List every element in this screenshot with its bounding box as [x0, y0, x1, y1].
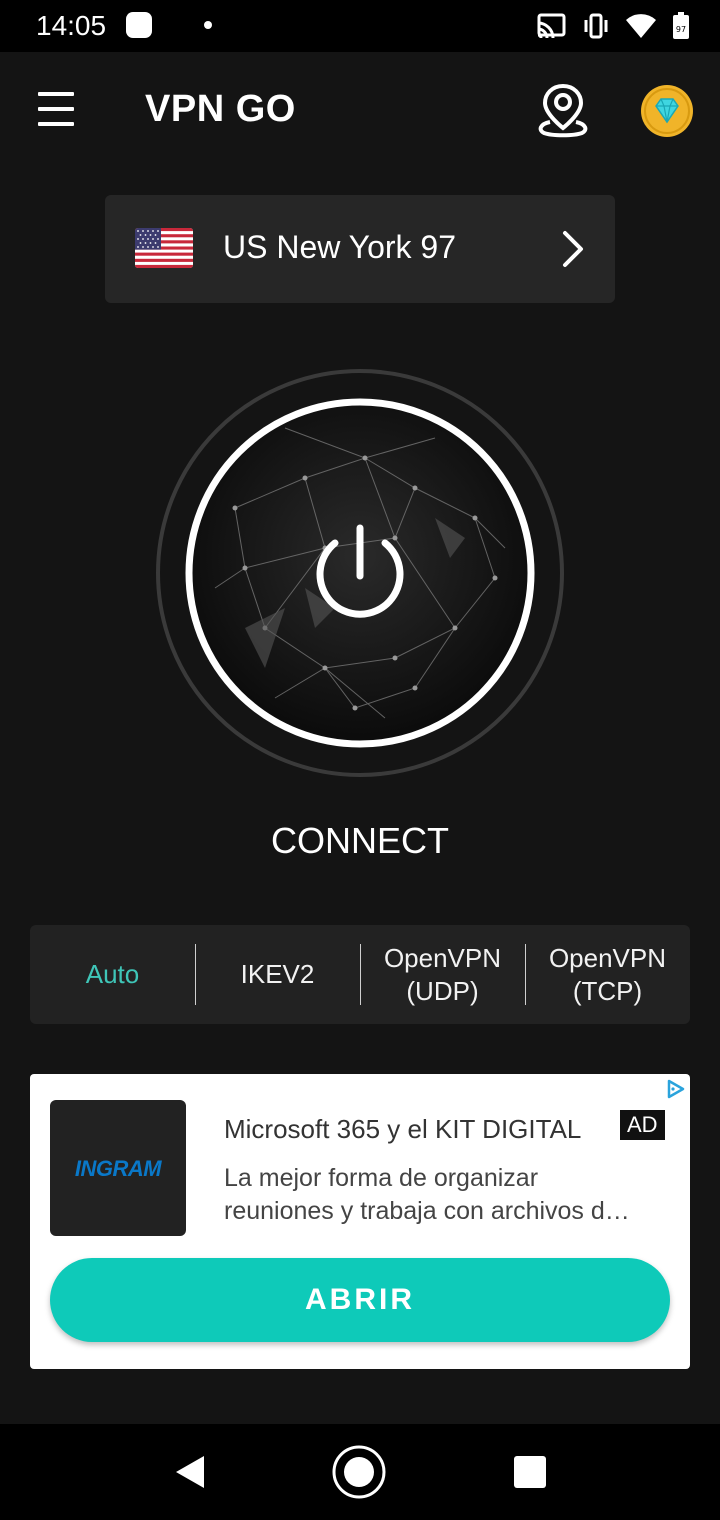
ad-description: La mejor forma de organizar reuniones y …	[224, 1162, 670, 1228]
server-name: US New York 97	[223, 229, 457, 265]
battery-level: 97	[676, 25, 686, 34]
adchoices-icon[interactable]	[664, 1078, 686, 1100]
power-globe	[156, 369, 564, 777]
home-icon[interactable]	[331, 1444, 387, 1500]
ad-tag: AD	[620, 1110, 665, 1140]
system-nav-bar	[0, 1424, 720, 1520]
protocol-openvpn-udp[interactable]: OpenVPN (UDP)	[360, 925, 525, 1024]
location-button[interactable]	[536, 82, 590, 138]
wifi-icon	[626, 14, 656, 38]
menu-button[interactable]	[36, 90, 76, 130]
status-time: 14:05	[36, 10, 107, 41]
ad-description-line-2: reuniones y trabaja con archivos d…	[224, 1197, 630, 1225]
premium-button[interactable]	[640, 84, 694, 138]
server-selector[interactable]: US New York 97	[105, 195, 615, 303]
menu-icon-bar	[38, 122, 74, 126]
protocol-openvpn-tcp[interactable]: OpenVPN (TCP)	[525, 925, 690, 1024]
app-title: VPN GO	[145, 88, 296, 130]
ad-logo: INGRAM	[50, 1100, 186, 1236]
app-bar: VPN GO	[0, 52, 720, 168]
protocol-auto[interactable]: Auto	[30, 925, 195, 1024]
ad-description-line-1: La mejor forma de organizar	[224, 1164, 539, 1192]
status-bar: 14:05 97	[0, 0, 720, 52]
menu-icon-bar	[38, 92, 74, 96]
us-flag-icon	[135, 228, 193, 268]
battery-icon: 97	[673, 12, 689, 39]
dot-icon	[204, 21, 212, 29]
menu-icon-bar	[38, 107, 74, 111]
location-pin-icon	[538, 83, 588, 138]
back-icon[interactable]	[174, 1454, 206, 1490]
premium-diamond-icon	[641, 85, 693, 137]
app-notification-icon	[126, 12, 152, 38]
ad-title: Microsoft 365 y el KIT DIGITAL	[224, 1114, 582, 1144]
cast-icon	[537, 13, 566, 39]
connect-power-button[interactable]	[155, 368, 565, 778]
protocol-openvpn-udp-label: OpenVPN (UDP)	[383, 942, 502, 1006]
vibrate-icon	[584, 13, 608, 39]
status-icons: 97	[536, 12, 690, 40]
ad-card[interactable]: INGRAM Microsoft 365 y el KIT DIGITAL AD…	[30, 1074, 690, 1369]
chevron-right-icon	[563, 231, 583, 267]
protocol-ikev2[interactable]: IKEV2	[195, 925, 360, 1024]
ad-open-button[interactable]: ABRIR	[50, 1258, 670, 1342]
ad-logo-text: INGRAM	[74, 1156, 162, 1181]
connect-label: CONNECT	[271, 820, 449, 861]
protocol-openvpn-tcp-label: OpenVPN (TCP)	[548, 942, 667, 1006]
protocol-selector: Auto IKEV2 OpenVPN (UDP) OpenVPN (TCP)	[30, 925, 690, 1024]
recent-apps-icon[interactable]	[514, 1456, 546, 1488]
